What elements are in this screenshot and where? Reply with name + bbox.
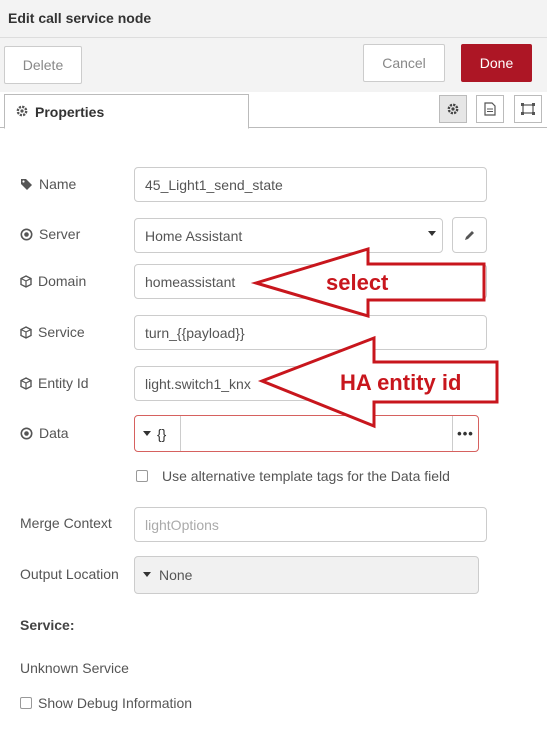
annotation-entity-text: HA entity id	[340, 370, 462, 395]
annotation-arrows	[250, 246, 499, 429]
annotation-select-text: select	[326, 270, 389, 295]
